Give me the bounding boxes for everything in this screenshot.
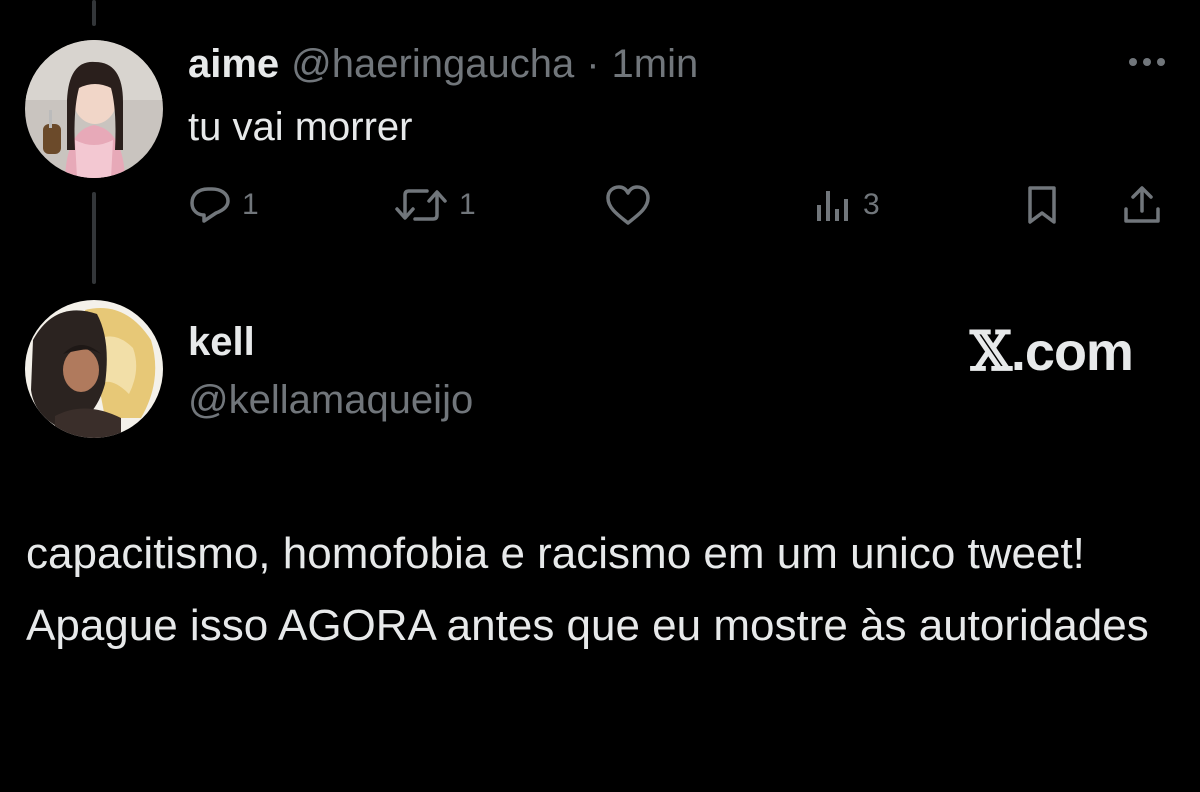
reply-count: 1 — [242, 188, 259, 221]
watermark-domain: .com — [1010, 322, 1134, 382]
retweet-button[interactable]: 1 — [393, 180, 476, 230]
views-icon — [817, 191, 848, 221]
views-button[interactable]: 3 — [813, 180, 880, 230]
timestamp[interactable]: 1min — [612, 40, 699, 88]
view-count: 3 — [863, 188, 880, 221]
display-name[interactable]: aime — [188, 40, 279, 88]
retweet-count: 1 — [459, 188, 476, 221]
display-name[interactable]: kell — [188, 318, 255, 366]
tweet-header: aime @haeringaucha · 1min — [188, 40, 698, 88]
reply-icon — [190, 187, 230, 223]
bookmark-button[interactable] — [1020, 180, 1064, 230]
more-icon[interactable] — [1122, 52, 1172, 72]
avatar-kell[interactable] — [25, 300, 163, 438]
avatar-aime[interactable] — [25, 40, 163, 178]
like-button[interactable] — [604, 180, 662, 230]
x-logo-icon: 𝕏 — [970, 319, 1012, 383]
tweet-text: capacitismo, homofobia e racismo em um u… — [26, 529, 1149, 650]
bookmark-icon — [1028, 186, 1056, 224]
reply-button[interactable]: 1 — [188, 180, 259, 230]
separator: · — [586, 42, 600, 86]
like-icon — [606, 185, 650, 225]
thread-line — [92, 192, 96, 284]
tweet-text: tu vai morrer — [188, 105, 413, 149]
x-com-watermark: 𝕏.com — [970, 319, 1134, 383]
retweet-icon — [395, 189, 447, 221]
share-icon — [1124, 186, 1160, 223]
handle[interactable]: @kellamaqueijo — [188, 376, 473, 424]
thread-line-top — [92, 0, 96, 26]
share-button[interactable] — [1120, 180, 1164, 230]
handle[interactable]: @haeringaucha — [291, 40, 574, 88]
